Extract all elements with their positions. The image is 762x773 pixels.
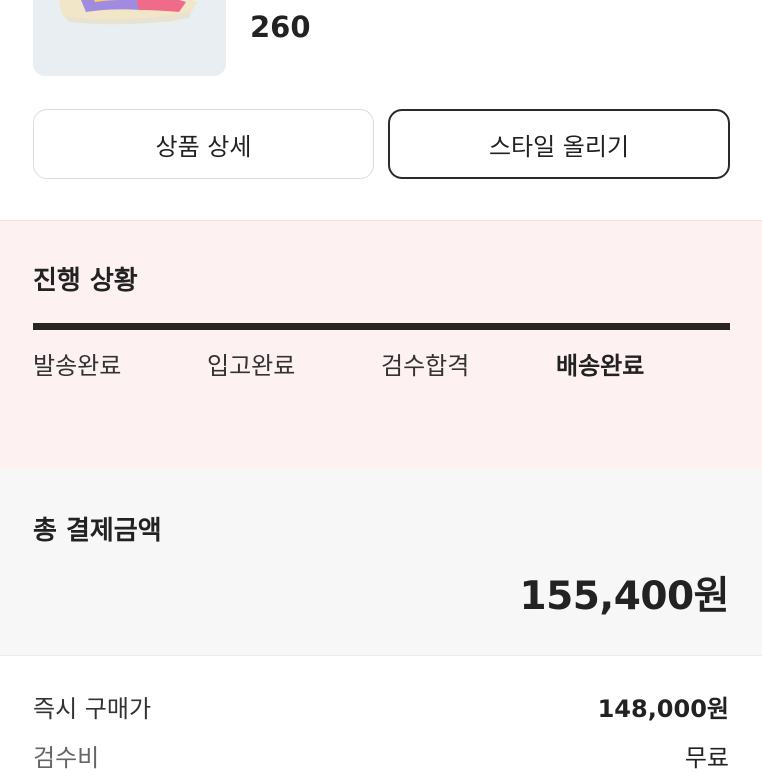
progress-step-received: 입고완료 — [207, 352, 296, 380]
inspection-fee-label: 검수비 — [33, 744, 100, 772]
inspection-fee-value: 무료 — [684, 744, 729, 772]
product-thumbnail[interactable] — [33, 0, 226, 76]
progress-title: 진행 상황 — [33, 266, 138, 296]
payment-total-amount: 155,400원 — [519, 574, 729, 619]
product-detail-label: 상품 상세 — [155, 132, 252, 161]
post-style-label: 스타일 올리기 — [488, 132, 630, 161]
product-size: 260 — [250, 10, 311, 44]
buy-now-price-value: 148,000원 — [597, 695, 729, 723]
progress-section: 진행 상황 발송완료 입고완료 검수합격 배송완료 — [0, 220, 762, 470]
payment-section: 총 결제금액 155,400원 — [0, 469, 762, 656]
payment-title: 총 결제금액 — [33, 516, 162, 546]
progress-bar — [33, 323, 730, 330]
product-detail-button[interactable]: 상품 상세 — [33, 109, 374, 179]
progress-step-shipped: 발송완료 — [33, 352, 122, 380]
sneaker-image — [59, 0, 197, 25]
post-style-button[interactable]: 스타일 올리기 — [388, 109, 730, 179]
progress-step-delivered: 배송완료 — [556, 352, 645, 380]
progress-step-inspected: 검수합격 — [381, 352, 470, 380]
buy-now-price-label: 즉시 구매가 — [33, 695, 152, 723]
